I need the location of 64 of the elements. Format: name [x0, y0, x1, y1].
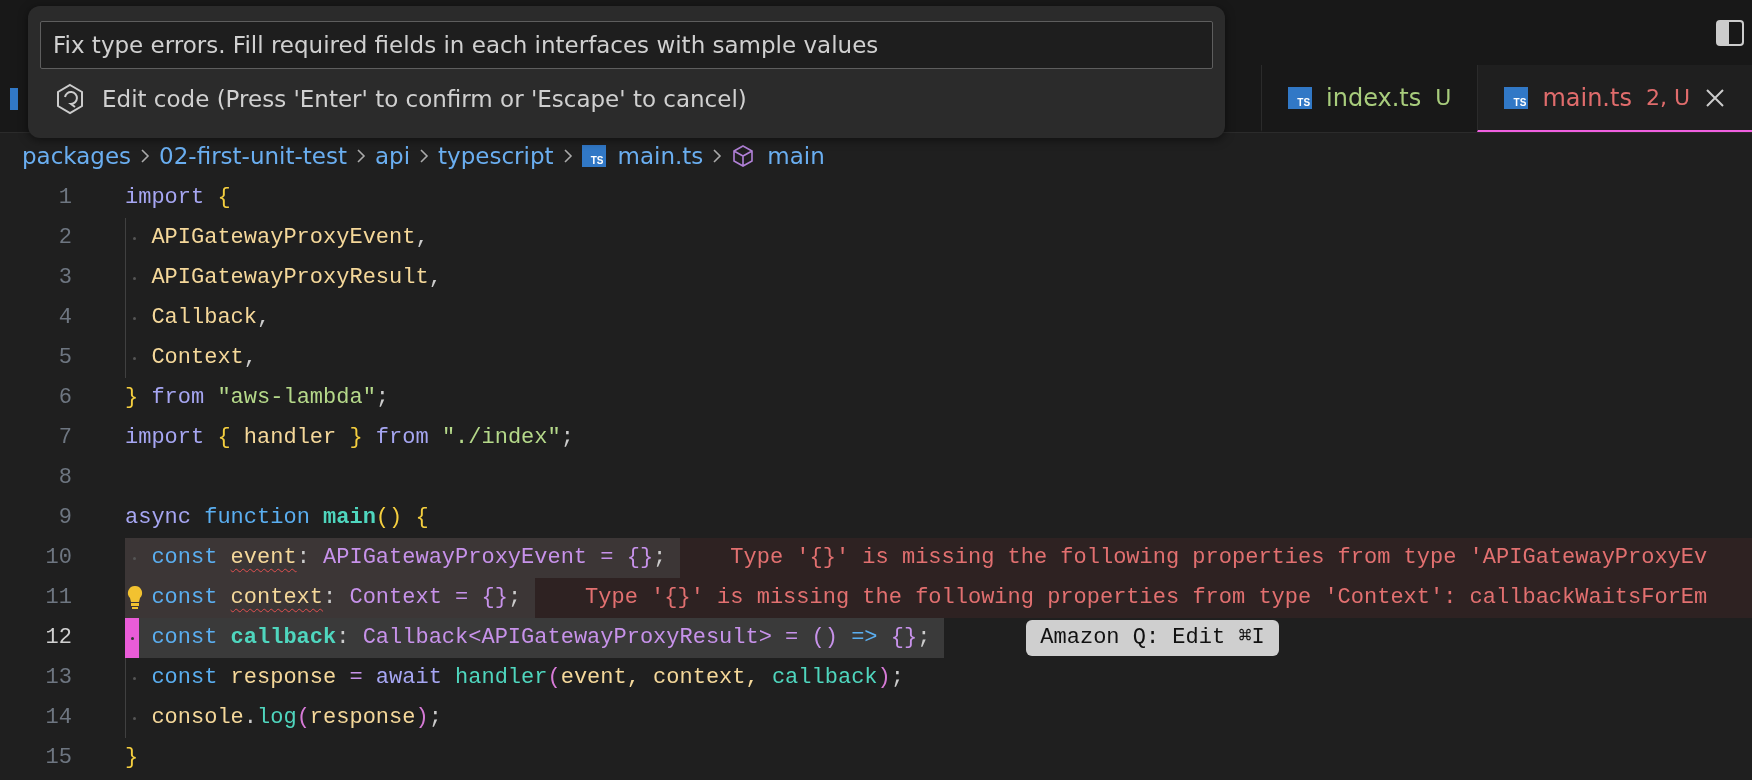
chevron-icon [711, 146, 724, 165]
code-text: Context, [151, 344, 257, 372]
error-message: Type '{}' is missing the following properties from type 'Context': callbackWaitsForEm [535, 578, 1752, 618]
whitespace-dot [133, 316, 136, 320]
whitespace-dot [133, 236, 136, 240]
line-number: 10 [44, 544, 72, 572]
chevron-icon [561, 146, 574, 165]
line-number: 2 [57, 224, 72, 252]
code-text: console.log(response); [151, 704, 442, 732]
whitespace-dot [133, 276, 136, 280]
code-text: Callback, [151, 304, 271, 332]
lightbulb-icon[interactable] [126, 585, 144, 611]
typescript-file-icon: TS [581, 144, 606, 167]
whitespace-dot [133, 716, 136, 720]
tab-label: main.ts [1542, 83, 1632, 112]
code-text: APIGatewayProxyEvent, [151, 224, 429, 252]
line-number: 7 [57, 424, 72, 452]
line-number: 15 [44, 744, 72, 772]
code-text: import { handler } from "./index"; [125, 424, 574, 452]
breadcrumb-item[interactable]: main [767, 142, 825, 169]
code-text: const context: Context = {}; [151, 584, 522, 612]
breadcrumb-item[interactable]: api [374, 142, 411, 169]
typescript-file-icon: TS [1504, 86, 1529, 109]
line-number: 13 [44, 664, 72, 692]
code-text: } from "aws-lambda"; [125, 384, 390, 412]
tab-label: index.ts [1326, 83, 1422, 112]
hexagon-icon [54, 83, 86, 115]
tab-status: 2, U [1645, 85, 1690, 110]
line-number: 11 [44, 584, 72, 612]
editor-tab[interactable]: TS main.ts 2, U [1477, 65, 1752, 132]
chevron-icon [354, 146, 367, 165]
code-text: async function main() { [125, 504, 429, 532]
error-message: Type '{}' is missing the following properties from type 'APIGatewayProxyEv [680, 538, 1752, 578]
whitespace-dot [133, 356, 136, 360]
prompt-input[interactable]: Fix type errors. Fill required fields in each interfaces with sample values [40, 21, 1213, 69]
line-number: 4 [57, 304, 72, 332]
cube-icon [731, 143, 756, 168]
keybinding-hint: Amazon Q: Edit ⌘I [1026, 620, 1279, 656]
line-number: 9 [57, 504, 72, 532]
line-number: 6 [57, 384, 72, 412]
code-text: APIGatewayProxyResult, [151, 264, 442, 292]
code-text: import { [125, 184, 231, 212]
close-icon[interactable] [1704, 86, 1726, 109]
whitespace-dot [133, 676, 136, 680]
tab-status: U [1435, 85, 1452, 110]
line-number: 3 [57, 264, 72, 292]
typescript-file-icon: TS [1288, 86, 1313, 109]
chevron-icon [418, 146, 431, 165]
chevron-icon [139, 146, 152, 165]
hint-text: Edit code (Press 'Enter' to confirm or 'Escape' to cancel) [102, 86, 747, 112]
line-number: 8 [57, 464, 72, 492]
breadcrumb-item[interactable]: 02-first-unit-test [159, 142, 347, 169]
line-number: 14 [44, 704, 72, 732]
line-number: 5 [57, 344, 72, 372]
code-text: const callback: Callback<APIGatewayProxyResult> = () => {}; [151, 624, 931, 652]
panel-toggle-icon[interactable] [1716, 19, 1744, 46]
breadcrumb-item[interactable]: packages [22, 142, 132, 169]
code-text: const response = await handler(event, context, callback); [151, 664, 904, 692]
breadcrumb-item[interactable]: typescript [438, 142, 554, 169]
breadcrumb-item[interactable]: main.ts [617, 142, 704, 169]
code-text: const event: APIGatewayProxyEvent = {}; [151, 544, 667, 572]
line-number: 12 [44, 624, 72, 652]
line-number: 1 [57, 184, 72, 212]
code-text: } [125, 744, 139, 772]
